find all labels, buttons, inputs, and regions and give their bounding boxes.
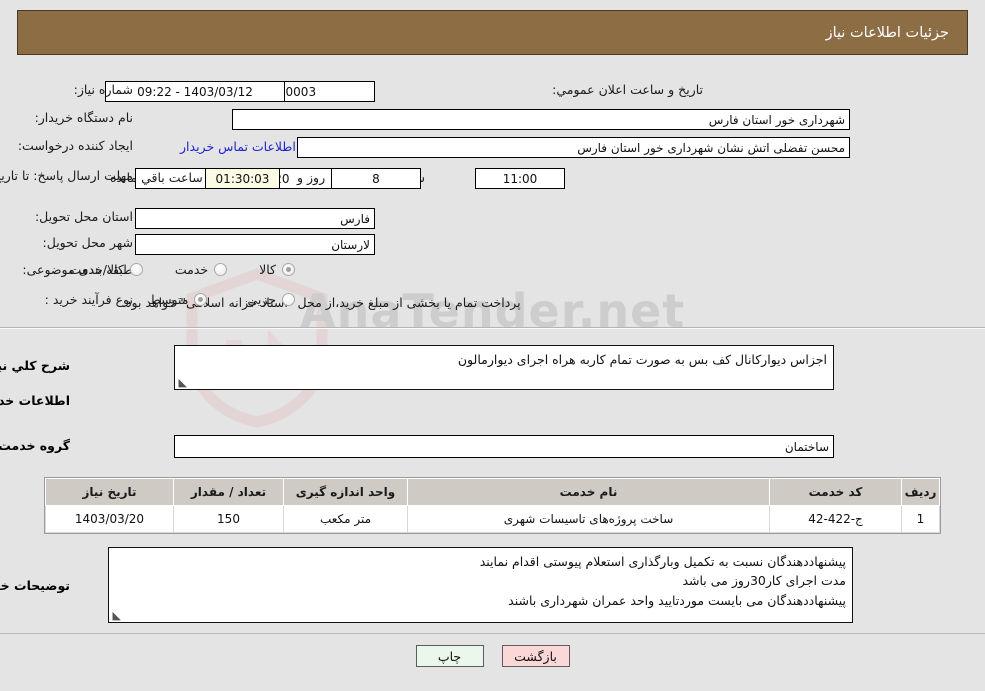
radio-dot-minor[interactable]	[282, 293, 295, 306]
radio-process-minor[interactable]: جزیي	[247, 292, 295, 307]
th-qty: تعداد / مقدار	[173, 478, 284, 506]
section-divider-1	[0, 327, 985, 329]
page-title: جزئیات اطلاعات نیاز	[825, 24, 949, 41]
radio-label-minor: جزیي	[247, 292, 276, 307]
city-label: شهر محل تحویل:	[42, 235, 133, 250]
th-code: کد خدمت	[769, 478, 902, 506]
resize-grip-icon[interactable]: ◣	[177, 377, 187, 388]
cell-unit: متر مکعب	[283, 505, 408, 533]
category-radio-group: کالا خدمت کالا/خدمت	[69, 262, 295, 277]
row-city: شهر محل تحویل:	[43, 235, 133, 250]
row-need-number: شماره نیاز:	[74, 82, 133, 97]
page-header: جزئیات اطلاعات نیاز	[17, 10, 968, 55]
print-button[interactable]: چاپ	[415, 645, 484, 667]
days-word: روز و	[297, 170, 326, 185]
resize-grip-icon-2[interactable]: ◣	[111, 610, 121, 621]
cell-code: ج-422-42	[769, 505, 902, 533]
radio-label-goods-service: کالا/خدمت	[69, 262, 124, 277]
deadline-time[interactable]: 11:00	[475, 168, 565, 189]
radio-dot-goods-service[interactable]	[129, 263, 143, 276]
radio-label-medium: متوسط	[149, 292, 189, 307]
general-desc-label: شرح کلي نیاز:	[0, 358, 70, 373]
cell-name: ساخت پروژه‌های تاسیسات شهری	[407, 505, 770, 533]
need-number-label: شماره نیاز:	[73, 82, 133, 97]
radio-dot-service[interactable]	[214, 263, 228, 276]
buyer-notes-label: توضیحات خریدار:	[0, 578, 70, 593]
days-remaining[interactable]: 8	[331, 168, 421, 189]
row-public-announce: تاریخ و ساعت اعلان عمومي:	[552, 82, 703, 97]
th-row: ردیف	[901, 478, 940, 506]
row-deadline: مهلت ارسال پاسخ: تا تاریخ:	[0, 166, 133, 185]
requester-label: ایجاد کننده درخواست:	[17, 138, 133, 153]
radio-dot-medium[interactable]	[194, 293, 208, 306]
process-label: نوع فرآیند خرید :	[44, 292, 133, 307]
buyer-note-line-3: پیشنهاددهندگان می بایست موردتایید واحد ع…	[508, 592, 846, 608]
row-buyer-org: نام دستگاه خریدار:	[35, 110, 133, 125]
footer-divider	[0, 633, 985, 634]
countdown-timer: 01:30:03	[205, 168, 280, 189]
radio-category-goods[interactable]: کالا	[259, 262, 295, 277]
buyer-contact-link[interactable]: اطلاعات تماس خریدار	[180, 139, 296, 154]
back-button[interactable]: بازگشت	[501, 645, 570, 667]
footer-buttons: بازگشت چاپ	[0, 645, 985, 667]
row-requester: ایجاد کننده درخواست:	[18, 138, 133, 153]
cell-qty: 150	[173, 505, 284, 533]
province-value[interactable]: فارس	[135, 208, 375, 229]
city-value[interactable]: لارستان	[135, 234, 375, 255]
province-label: استان محل تحویل:	[34, 209, 133, 224]
service-group-label: گروه خدمت:	[0, 438, 70, 453]
page-root: AnaTender.net جزئیات اطلاعات نیاز شماره …	[0, 0, 985, 691]
process-radio-group: جزیي متوسط	[149, 292, 295, 307]
row-province: استان محل تحویل:	[35, 209, 133, 224]
services-heading: اطلاعات خدمات مورد نیاز	[0, 393, 70, 408]
th-name: نام خدمت	[407, 478, 770, 506]
general-desc-textarea[interactable]: اجزاس دیوارکانال کف بس به صورت تمام کارب…	[174, 345, 834, 390]
buyer-notes-textarea[interactable]: پیشنهاددهندگان نسبت به تکمیل وبارگذاری ا…	[108, 547, 853, 623]
cell-row: 1	[901, 505, 940, 533]
th-date: تاریخ نیاز	[45, 478, 174, 506]
cell-date: 1403/03/20	[45, 505, 174, 533]
radio-dot-goods[interactable]	[282, 263, 295, 276]
buyer-note-line-2: مدت اجرای کار30روز می باشد	[682, 573, 846, 589]
table-row[interactable]: 1 ج-422-42 ساخت پروژه‌های تاسیسات شهری م…	[45, 505, 940, 533]
radio-category-service[interactable]: خدمت	[174, 262, 228, 277]
service-group-value[interactable]: ساختمان	[174, 435, 834, 458]
radio-process-medium[interactable]: متوسط	[149, 292, 208, 307]
public-announce-label: تاریخ و ساعت اعلان عمومي:	[552, 82, 703, 97]
th-unit: واحد اندازه گیری	[283, 478, 408, 506]
general-desc-value: اجزاس دیوارکانال کف بس به صورت تمام کارب…	[457, 352, 827, 367]
buyer-org-value[interactable]: شهرداری خور استان فارس	[232, 109, 850, 130]
buyer-org-label: نام دستگاه خریدار:	[34, 110, 133, 125]
table-header-row: ردیف کد خدمت نام خدمت واحد اندازه گیری ت…	[45, 478, 940, 506]
radio-label-service: خدمت	[174, 262, 209, 277]
services-table: ردیف کد خدمت نام خدمت واحد اندازه گیری ت…	[44, 477, 941, 534]
radio-label-goods: کالا	[259, 262, 276, 277]
buyer-note-line-1: پیشنهاددهندگان نسبت به تکمیل وبارگذاری ا…	[479, 554, 846, 569]
requester-value[interactable]: محسن تفضلی اتش نشان شهرداری خور استان فا…	[297, 137, 850, 158]
deadline-label: مهلت ارسال پاسخ: تا تاریخ:	[0, 168, 133, 183]
row-process: نوع فرآیند خرید :	[45, 292, 133, 307]
watermark-text: AnaTender.net	[300, 284, 686, 338]
radio-category-goods-service[interactable]: کالا/خدمت	[69, 262, 143, 277]
